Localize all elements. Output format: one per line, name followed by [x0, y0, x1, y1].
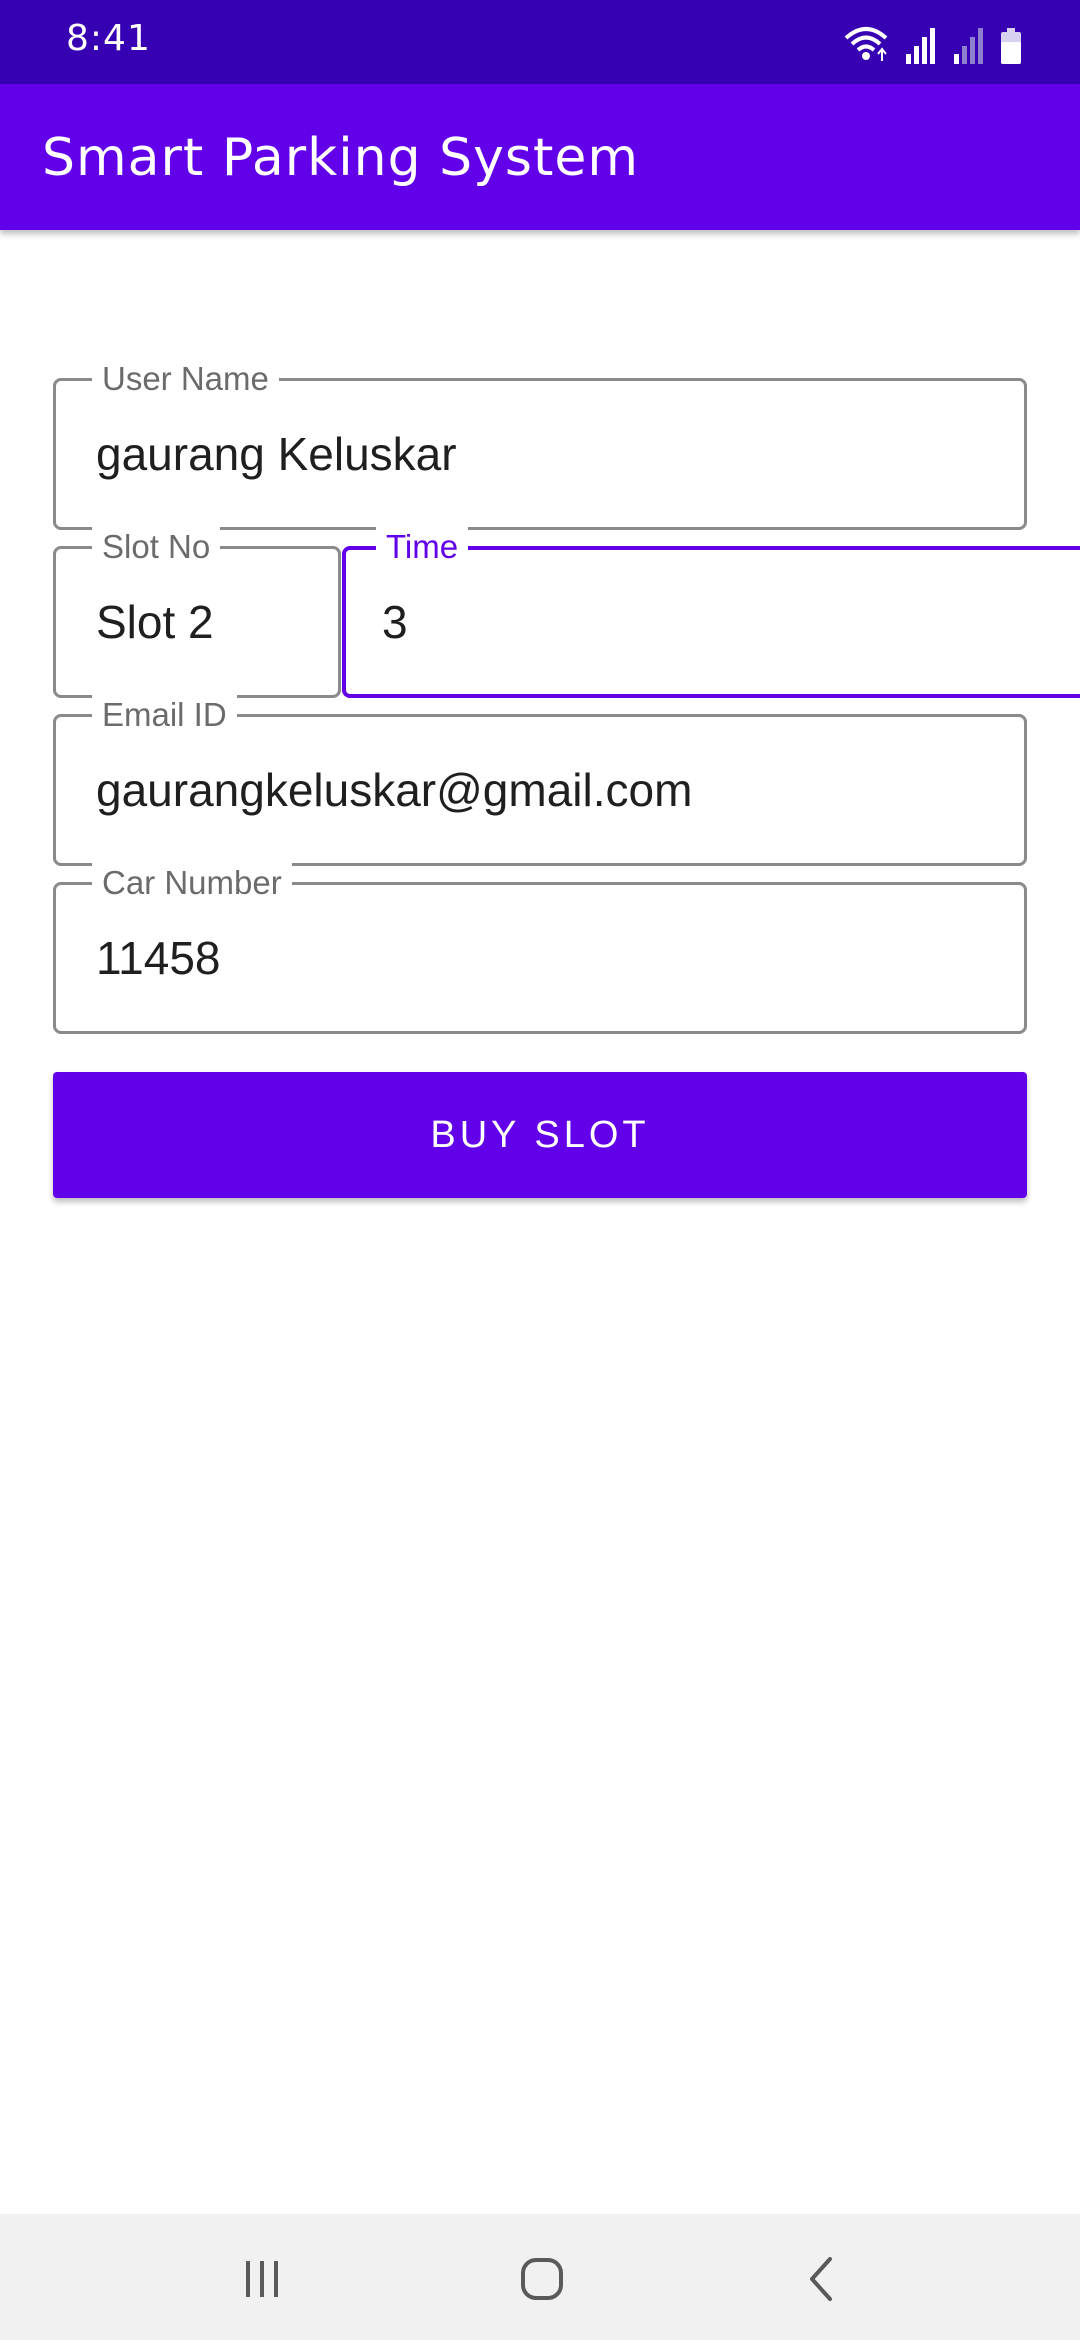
buy-slot-button[interactable]: BUY SLOT — [53, 1072, 1027, 1198]
app-title: Smart Parking System — [42, 128, 640, 188]
status-time: 8:41 — [66, 18, 151, 59]
nav-bar — [0, 2214, 1080, 2340]
time-label: Time — [376, 527, 469, 567]
home-icon — [521, 2258, 563, 2300]
app-bar: Smart Parking System — [0, 84, 1080, 230]
signal-icon — [906, 28, 935, 64]
email-value: gaurangkeluskar@gmail.com — [96, 764, 693, 816]
time-value: 3 — [382, 596, 408, 648]
email-field[interactable]: Email ID gaurangkeluskar@gmail.com — [53, 695, 1027, 866]
car-number-value: 11458 — [96, 932, 221, 984]
status-icons — [844, 20, 1022, 64]
home-button[interactable] — [502, 2244, 582, 2314]
recent-apps-icon — [246, 2261, 278, 2297]
slot-no-field[interactable]: Slot No Slot 2 — [53, 527, 341, 698]
user-name-value: gaurang Keluskar — [96, 428, 457, 480]
wifi-icon — [844, 27, 888, 61]
slot-no-label: Slot No — [92, 527, 221, 567]
battery-icon — [1001, 28, 1021, 64]
car-number-field[interactable]: Car Number 11458 — [53, 863, 1027, 1034]
signal-weak-icon — [954, 28, 983, 64]
time-field[interactable]: Time 3 — [342, 527, 1080, 698]
back-icon — [810, 2257, 832, 2301]
recent-apps-button[interactable] — [222, 2244, 302, 2314]
user-name-field[interactable]: User Name gaurang Keluskar — [53, 359, 1027, 530]
car-number-label: Car Number — [92, 863, 292, 903]
email-label: Email ID — [92, 695, 237, 735]
back-button[interactable] — [782, 2244, 862, 2314]
user-name-label: User Name — [92, 359, 279, 399]
slot-no-value: Slot 2 — [96, 596, 214, 648]
status-bar: 8:41 — [0, 0, 1080, 84]
